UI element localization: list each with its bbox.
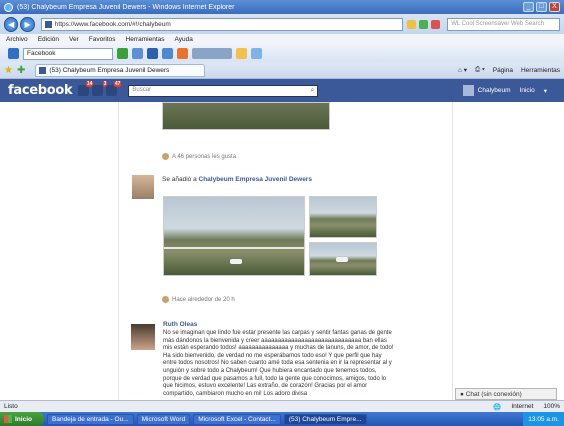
toolbar-button-icon[interactable]	[132, 48, 143, 59]
toolbar-logo-icon	[8, 48, 19, 59]
toolbar-button-icon[interactable]	[177, 48, 188, 59]
page-link[interactable]: Chalybeum Empresa Juvenil Dewers	[199, 176, 312, 183]
minimize-button[interactable]: _	[523, 2, 534, 12]
tab-facebook[interactable]: (53) Chalybeum Empresa Juvenil Dewers	[35, 63, 206, 77]
start-label: Inicio	[15, 415, 32, 423]
zoom-level[interactable]: 100%	[543, 403, 560, 410]
browser-search-input[interactable]: WL Cool Screensaver Web Search	[447, 17, 560, 31]
comment-text: No se imaginan que lindo fue estar prese…	[163, 330, 394, 397]
internet-zone-icon: 🌐	[493, 403, 502, 411]
ie-logo-icon	[4, 2, 13, 12]
runway-line	[164, 247, 304, 249]
taskbar-item-ie[interactable]: (53) Chalybeum Empre...	[283, 413, 367, 425]
chat-bar[interactable]: ● Chat (sin conexión)	[455, 388, 557, 400]
taskbar-item-outlook[interactable]: Bandeja de entrada - Ou...	[47, 413, 134, 425]
toolbar-go-icon[interactable]	[117, 48, 128, 59]
close-button[interactable]: X	[549, 2, 560, 12]
menu-archivo[interactable]: Archivo	[6, 36, 28, 43]
menu-ver[interactable]: Ver	[69, 36, 79, 43]
tab-label: (53) Chalybeum Empresa Juvenil Dewers	[49, 66, 170, 74]
post-meta: Hace alrededor de 20 h	[162, 296, 235, 303]
airplane	[336, 257, 348, 262]
favorites-star-icon[interactable]: ★	[4, 65, 13, 76]
print-icon[interactable]: ⎙ ▾	[475, 66, 485, 74]
menu-herramientas[interactable]: Herramientas	[126, 36, 165, 43]
windows-flag-icon	[4, 415, 12, 423]
like-icon[interactable]	[162, 153, 169, 160]
facebook-feed: A 46 personas les gusta Se añadió a Chal…	[0, 102, 564, 400]
status-bar: Listo 🌐 Internet 100%	[0, 400, 564, 412]
title-bar: (53) Chalybeum Empresa Juvenil Dewers - …	[0, 0, 564, 14]
post-header-prefix: Se añadió a	[162, 176, 197, 183]
back-button[interactable]: ◀	[4, 16, 19, 32]
menu-bar: Archivo Edición Ver Favoritos Herramient…	[0, 34, 564, 45]
post-meta-text: A 46 personas les gusta	[172, 153, 237, 160]
add-favorite-icon[interactable]: ✚	[17, 65, 25, 76]
facebook-logo[interactable]: facebook	[8, 83, 73, 98]
url-text: https://www.facebook.com/#!/chalybeum	[54, 20, 171, 28]
comment-avatar[interactable]	[131, 324, 155, 350]
divider	[452, 102, 453, 400]
taskbar: Inicio Bandeja de entrada - Ou... Micros…	[0, 412, 564, 426]
clock[interactable]: 13:05 a.m.	[528, 416, 559, 423]
menu-edicion[interactable]: Edición	[38, 36, 59, 43]
post-photo-thumb[interactable]	[309, 242, 377, 276]
divider	[118, 102, 119, 400]
security-zone: Internet	[511, 403, 534, 410]
stop-icon[interactable]	[431, 19, 441, 29]
system-tray: 13:05 a.m.	[523, 412, 564, 426]
post-avatar[interactable]	[132, 175, 154, 199]
tools-menu[interactable]: Herramientas	[521, 67, 560, 74]
toolbar-button-icon[interactable]	[236, 48, 247, 59]
post-photo-main[interactable]	[163, 196, 305, 276]
facebook-favicon-icon	[44, 20, 52, 28]
facebook-favicon-icon	[39, 66, 47, 74]
post-photo[interactable]	[162, 102, 330, 130]
menu-favoritos[interactable]: Favoritos	[89, 36, 116, 43]
chat-label: Chat (sin conexión)	[465, 391, 522, 398]
forward-button[interactable]: ▶	[20, 16, 35, 32]
post-meta: A 46 personas les gusta	[162, 153, 236, 160]
address-toolbar: ◀ ▶ https://www.facebook.com/#!/chalybeu…	[0, 14, 564, 34]
lock-icon[interactable]	[407, 19, 417, 29]
browser-window: (53) Chalybeum Empresa Juvenil Dewers - …	[0, 0, 564, 426]
toolbar-button-icon[interactable]	[147, 48, 158, 59]
facebook-search-input[interactable]: Buscar ⌕	[128, 84, 319, 97]
search-placeholder: Buscar	[132, 86, 152, 93]
post-photo-thumb[interactable]	[309, 196, 377, 238]
home-icon[interactable]: ⌂ ▾	[458, 66, 467, 74]
profile-name-link[interactable]: Chalybeum	[478, 87, 511, 94]
page-menu[interactable]: Página	[493, 67, 513, 74]
addon-toolbar: Facebook	[0, 45, 564, 62]
like-icon[interactable]	[162, 296, 169, 303]
tab-bar: ★ ✚ (53) Chalybeum Empresa Juvenil Dewer…	[0, 62, 564, 79]
post-meta-text: Hace alrededor de 20 h	[172, 296, 235, 303]
address-field[interactable]: https://www.facebook.com/#!/chalybeum	[40, 17, 404, 31]
taskbar-item-word[interactable]: Microsoft Word	[136, 413, 191, 425]
profile-avatar[interactable]	[462, 85, 474, 96]
refresh-icon[interactable]	[419, 19, 429, 29]
status-text: Listo	[4, 403, 18, 410]
comment-author-link[interactable]: Ruth Oleas	[163, 321, 197, 328]
home-link[interactable]: Inicio	[520, 87, 535, 94]
account-dropdown-icon[interactable]: ▾	[544, 87, 547, 95]
airplane	[230, 259, 242, 264]
notifications-icon[interactable]: 47	[106, 81, 122, 96]
search-icon[interactable]: ⌕	[310, 87, 314, 95]
menu-ayuda[interactable]: Ayuda	[175, 36, 193, 43]
toolbar-button-icon[interactable]	[251, 48, 262, 59]
start-button[interactable]: Inicio	[0, 412, 44, 426]
window-title: (53) Chalybeum Empresa Juvenil Dewers - …	[17, 3, 235, 11]
post-header: Se añadió a Chalybeum Empresa Juvenil De…	[162, 176, 312, 183]
taskbar-item-excel[interactable]: Microsoft Excel - Contact...	[193, 413, 281, 425]
friend-requests-icon[interactable]: 14	[78, 81, 94, 96]
messages-icon[interactable]: 3	[92, 81, 108, 96]
maximize-button[interactable]: □	[536, 2, 547, 12]
toolbar-search-input[interactable]: Facebook	[23, 47, 113, 60]
toolbar-button-icon[interactable]	[162, 48, 173, 59]
facebook-header: facebook 14 3 47 Buscar ⌕ Chalybeum Inic…	[0, 79, 564, 102]
toolbar-slider[interactable]	[192, 48, 232, 59]
